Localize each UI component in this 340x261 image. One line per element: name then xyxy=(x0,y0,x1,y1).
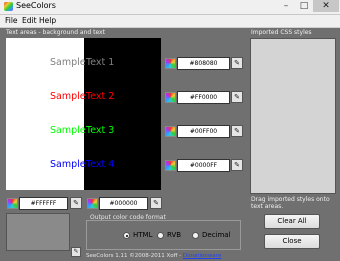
black-background-value[interactable]: #000000 xyxy=(99,197,148,210)
imported-css-list[interactable] xyxy=(250,38,336,194)
footer-text: SeeColors 1.11 ©2008-2011 Xoff - xyxy=(86,253,183,259)
resize-icon[interactable]: ✎ xyxy=(71,247,81,257)
menu-file[interactable]: File xyxy=(5,15,18,27)
radio-rvb[interactable] xyxy=(157,232,164,239)
eyedropper-icon[interactable]: ✎ xyxy=(150,197,162,209)
radio-rvb-label[interactable]: RVB xyxy=(167,231,181,239)
eyedropper-icon[interactable]: ✎ xyxy=(70,197,82,209)
eyedropper-icon[interactable]: ✎ xyxy=(231,91,243,103)
sample-text-3[interactable]: Text 3 xyxy=(86,125,114,136)
sample-word-4[interactable]: Sample xyxy=(50,159,86,170)
white-background-value[interactable]: #FFFFFF xyxy=(19,197,68,210)
color-value-field-4[interactable]: #0000FF xyxy=(177,159,230,172)
text-areas-label: Text areas - background and text xyxy=(6,29,105,36)
color-wheel-icon[interactable] xyxy=(165,92,176,103)
minimize-button[interactable]: – xyxy=(277,0,295,12)
close-window-button[interactable]: ✕ xyxy=(313,0,339,12)
eyedropper-icon[interactable]: ✎ xyxy=(231,125,243,137)
menu-help[interactable]: Help xyxy=(39,15,56,27)
sample-text-4[interactable]: Text 4 xyxy=(86,159,114,170)
radio-html-label[interactable]: HTML xyxy=(133,231,152,239)
imported-css-label: Imported CSS styles xyxy=(251,29,312,36)
menu-edit[interactable]: Edit xyxy=(22,15,37,27)
color-wheel-icon[interactable] xyxy=(165,126,176,137)
color-preview-box xyxy=(6,213,70,251)
color-value-field-3[interactable]: #00FF00 xyxy=(177,125,230,138)
window-title: SeeColors xyxy=(16,1,56,10)
color-value-field-2[interactable]: #FF0000 xyxy=(177,91,230,104)
donationware-link[interactable]: Donationware xyxy=(183,253,221,259)
radio-decimal-label[interactable]: Decimal xyxy=(202,231,231,239)
app-icon xyxy=(4,2,13,11)
radio-decimal[interactable] xyxy=(192,232,199,239)
drag-hint-line-2: text areas. xyxy=(251,203,284,210)
sample-text-1[interactable]: Text 1 xyxy=(86,57,114,68)
sample-word-1[interactable]: Sample xyxy=(50,57,86,68)
menu-bar: File Edit Help xyxy=(0,15,340,28)
color-wheel-icon[interactable] xyxy=(165,160,176,171)
color-wheel-icon[interactable] xyxy=(87,198,98,209)
clear-all-button[interactable]: Clear All xyxy=(264,214,320,229)
title-bar: SeeColors – □ ✕ xyxy=(0,0,340,15)
eyedropper-icon[interactable]: ✎ xyxy=(231,57,243,69)
sample-word-2[interactable]: Sample xyxy=(50,91,86,102)
sample-text-2[interactable]: Text 2 xyxy=(86,91,114,102)
color-wheel-icon[interactable] xyxy=(165,58,176,69)
sample-word-3[interactable]: Sample xyxy=(50,125,86,136)
color-value-field-1[interactable]: #808080 xyxy=(177,57,230,70)
color-wheel-icon[interactable] xyxy=(7,198,18,209)
eyedropper-icon[interactable]: ✎ xyxy=(231,159,243,171)
maximize-button[interactable]: □ xyxy=(295,0,313,12)
radio-html[interactable] xyxy=(123,232,130,239)
footer: SeeColors 1.11 ©2008-2011 Xoff - Donatio… xyxy=(86,253,221,259)
app-window: SeeColors – □ ✕ File Edit Help Text area… xyxy=(0,0,340,261)
close-button[interactable]: Close xyxy=(264,234,320,249)
drag-hint-line-1: Drag imported styles onto xyxy=(251,196,330,203)
